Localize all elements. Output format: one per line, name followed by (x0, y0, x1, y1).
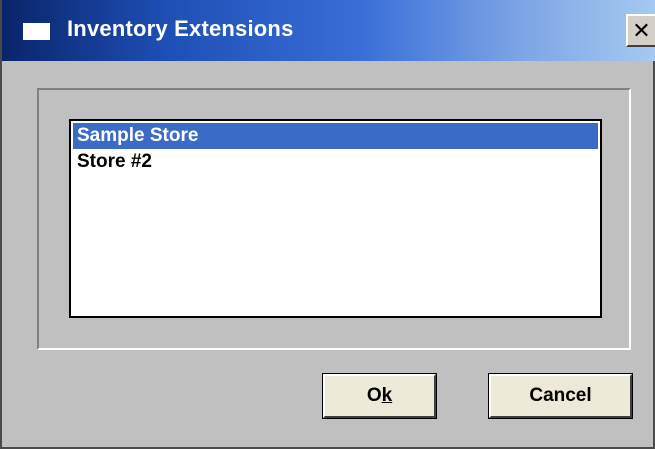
title-bar[interactable]: Inventory Extensions ✕ (2, 0, 655, 61)
window-icon (23, 23, 50, 40)
store-listbox[interactable]: Sample Store Store #2 (69, 119, 602, 318)
cancel-button-label: Cancel (529, 385, 592, 406)
close-icon: ✕ (632, 17, 651, 43)
ok-label-accelerator: k (381, 385, 393, 406)
ok-button[interactable]: Ok (322, 373, 437, 419)
list-item-sample-store[interactable]: Sample Store (73, 123, 598, 149)
ok-label-prefix: O (366, 385, 382, 406)
cancel-button[interactable]: Cancel (488, 373, 633, 419)
list-item-store-2[interactable]: Store #2 (73, 149, 598, 175)
ok-button-label: Ok (367, 385, 392, 407)
dialog-window: Inventory Extensions ✕ Sample Store Stor… (0, 0, 655, 449)
close-button[interactable]: ✕ (626, 14, 655, 47)
window-title: Inventory Extensions (67, 16, 294, 41)
